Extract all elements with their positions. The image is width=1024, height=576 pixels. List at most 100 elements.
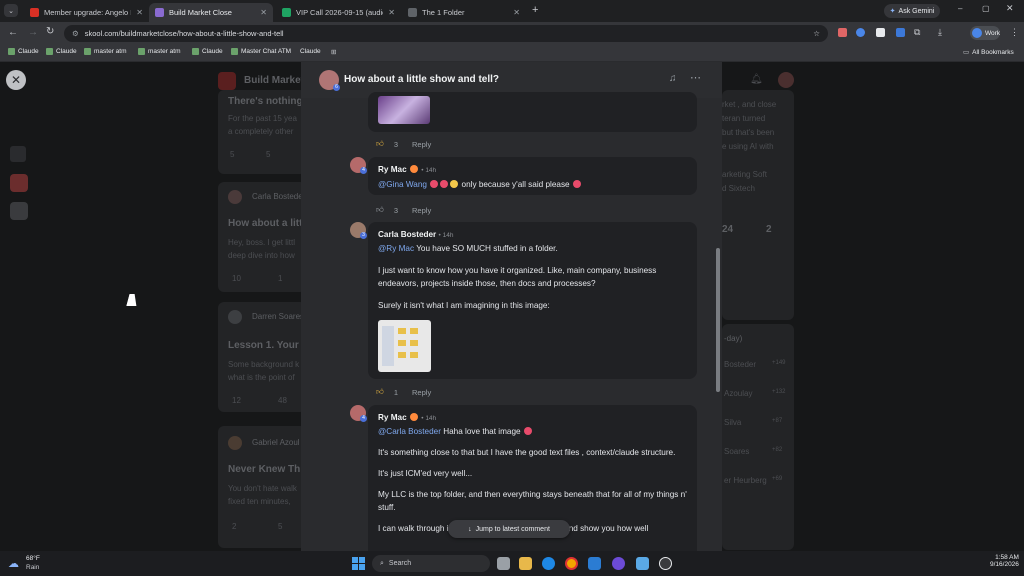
drive-icon [282,8,291,17]
scrollbar-track[interactable] [714,98,722,551]
bookmark-icon [8,48,15,55]
bookmark-icon [192,48,199,55]
close-icon[interactable]: ✕ [388,8,395,17]
comment-text: Haha love that image [440,427,523,436]
address-bar[interactable]: ⚙ skool.com/buildmarketclose/how-about-a… [64,25,828,42]
tab-gmail[interactable]: Member upgrade: Angelo Ramos…✕ [24,3,149,22]
app-icon[interactable] [10,202,28,220]
tab-the-1-folder[interactable]: The 1 Folder ✕ [402,3,526,22]
apps-grid-icon[interactable]: ⊞ [331,48,336,56]
tab-search-button[interactable]: ⌄ [4,4,18,17]
extensions-puzzle-icon[interactable]: ⧉ [914,27,920,38]
ask-gemini-button[interactable]: ✦ Ask Gemini [884,4,940,18]
comment-author[interactable]: Ry Mac [378,413,407,422]
jump-to-latest-button[interactable]: ↓ Jump to latest comment [448,520,570,538]
forward-button[interactable]: → [28,27,38,38]
download-icon[interactable]: ⤓ [938,27,942,38]
extension-icon[interactable] [896,28,905,37]
comment-time: • 14h [421,415,437,422]
mention-link[interactable]: @Ry Mac [378,244,414,253]
close-modal-button[interactable]: ✕ [6,70,26,90]
thumbs-up-icon[interactable]: 👍︎ [376,205,384,215]
more-options-icon[interactable]: ⋯ [690,71,701,84]
minimize-button[interactable]: – [958,4,962,13]
post-card[interactable]: There's nothing For the past 15 yea a co… [218,90,306,174]
thumbs-up-icon[interactable]: 👍︎ [376,139,384,149]
close-icon[interactable]: ✕ [260,8,267,17]
reply-button[interactable]: Reply [412,140,431,149]
avatar[interactable] [778,72,794,88]
bookmark-item[interactable]: master atm [138,48,181,55]
file-explorer-icon[interactable] [519,557,532,570]
weather-icon[interactable]: ☁ [8,557,19,570]
thumbs-up-icon[interactable]: 👍︎ [376,387,384,397]
mention-link[interactable]: @Carla Bosteder [378,427,441,436]
emoji-icon [572,180,581,188]
task-view-icon[interactable] [497,557,510,570]
vscode-icon[interactable] [588,557,601,570]
bookmark-item[interactable]: master atm [84,48,127,55]
bookmark-item[interactable]: Claude [300,48,321,55]
comment-text: Surely it isn't what I am imagining in t… [378,301,550,310]
site-info-icon[interactable]: ⚙ [72,29,79,38]
bookmark-item[interactable]: Claude [192,48,223,55]
post-card[interactable]: Carla Bosteder How about a little Hey, b… [218,182,311,292]
comment-card: Carla Bosteder • 14h @Ry Mac You have SO… [368,222,697,379]
avatar [228,190,242,204]
comment-image[interactable] [378,320,431,372]
level-badge: 3 [360,232,367,239]
app-icon[interactable] [612,557,625,570]
sidebar-icon[interactable] [10,146,26,162]
mention-link[interactable]: @Gina Wang [378,180,427,189]
bookmark-item[interactable]: Master Chat ATM [231,48,291,55]
weather-condition: Rain [26,564,40,571]
bookmark-icon [84,48,91,55]
app-icon[interactable] [636,557,649,570]
all-bookmarks-button[interactable]: ▭ All Bookmarks [963,48,1014,57]
comment-author[interactable]: Carla Bosteder [378,230,436,239]
extension-icon[interactable] [856,28,865,37]
avatar [228,436,242,450]
reply-button[interactable]: Reply [412,206,431,215]
comment-text: You have SO MUCH stuffed in a folder. [414,244,558,253]
window-close-button[interactable]: ✕ [1006,3,1014,14]
comment-text: only because y'all said please [459,180,572,189]
post-modal: 6 How about a little show and tell? ♫ ⋯ … [301,62,722,551]
clock[interactable]: 1:58 AM 9/16/2026 [990,554,1019,568]
reload-button[interactable]: ↻ [46,26,54,37]
bookmark-star-icon[interactable]: ☆ [813,29,820,38]
close-icon[interactable]: ✕ [513,8,520,17]
windows-start-icon[interactable] [352,557,365,570]
gmail-icon [30,8,39,17]
comment-author[interactable]: Ry Mac [378,165,407,174]
close-icon[interactable]: ✕ [136,8,143,17]
post-card[interactable]: Gabriel Azoul Never Knew Th You don't ha… [218,426,306,548]
media-player-icon[interactable] [659,557,672,570]
youtube-icon[interactable] [10,174,28,192]
comment-image[interactable] [378,96,430,124]
bell-icon[interactable]: 🔔︎ [750,74,763,85]
menu-icon[interactable]: ⋮ [1010,27,1019,38]
edge-icon[interactable] [542,557,555,570]
taskbar-search[interactable]: ⌕ Search [372,555,490,572]
like-count: 3 [393,205,399,215]
new-tab-button[interactable]: + [532,4,538,16]
extension-icon[interactable] [876,28,885,37]
comment-card [368,92,697,132]
comment-actions: 👍︎ 1 Reply [376,387,431,397]
scrollbar-thumb[interactable] [716,248,720,392]
reply-button[interactable]: Reply [412,388,431,397]
profile-button[interactable]: Work [970,26,1000,40]
bookmark-item[interactable]: Claude [46,48,77,55]
post-card[interactable]: Darren Soares Lesson 1. Your Some backgr… [218,302,306,412]
fire-emoji-icon [409,165,418,173]
tab-build-market-close[interactable]: Build Market Close ✕ [149,3,273,22]
folder-icon: ▭ [963,49,970,56]
tab-vip-call[interactable]: VIP Call 2026-09-15 (audio).mp4✕ [276,3,401,22]
bookmark-item[interactable]: Claude [8,48,39,55]
back-button[interactable]: ← [8,27,18,38]
extension-icon[interactable] [838,28,847,37]
chrome-icon[interactable] [565,557,578,570]
maximize-button[interactable]: ▢ [982,4,990,13]
notification-bell-icon[interactable]: ♫ [669,73,677,84]
